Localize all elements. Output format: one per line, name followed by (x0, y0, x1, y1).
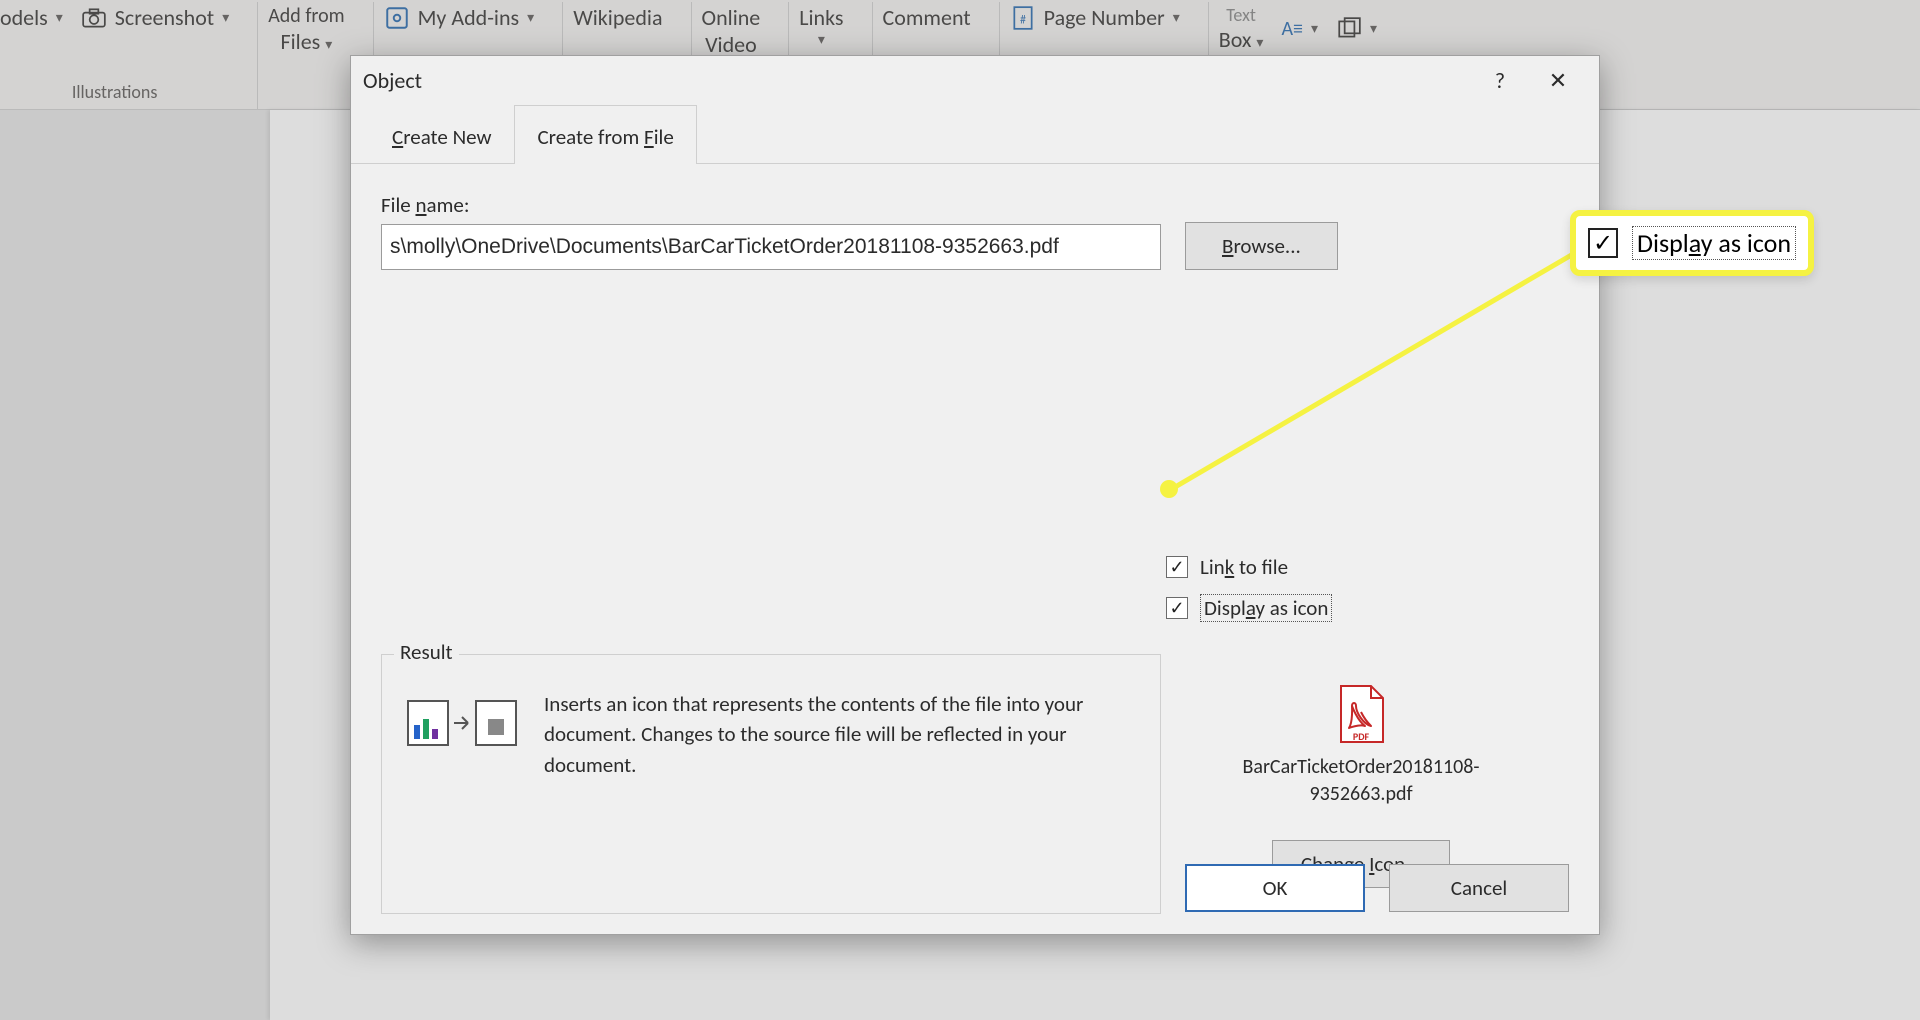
browse-button-label: Browse... (1222, 233, 1301, 259)
chevron-down-icon: ▾ (222, 9, 229, 26)
link-to-file-label: Link to file (1200, 554, 1288, 580)
page-number-icon: # (1010, 5, 1036, 31)
display-as-icon-checkbox[interactable]: ✓ Display as icon (1166, 594, 1332, 622)
object-dialog: Object ? ✕ Create New Create from File F… (350, 55, 1600, 935)
cancel-button-label: Cancel (1451, 875, 1507, 901)
comment-button[interactable]: Comment (883, 4, 971, 31)
object-icon (1336, 16, 1362, 42)
callout-display-as-icon: ✓ Display as icon (1570, 210, 1814, 276)
ok-button[interactable]: OK (1185, 864, 1365, 912)
checkbox-checked-icon: ✓ (1588, 228, 1618, 258)
3d-models-label: odels (0, 4, 48, 31)
online-label: Online (702, 4, 761, 31)
chevron-down-icon: ▾ (1370, 20, 1377, 37)
my-addins-label: My Add-ins (418, 4, 520, 31)
ok-button-label: OK (1263, 875, 1288, 901)
text-box-button[interactable]: Text Box ▾ (1219, 4, 1264, 53)
icon-preview: PDF BarCarTicketOrder20181108-9352663.pd… (1231, 684, 1491, 888)
tab-create-new[interactable]: Create New (369, 105, 514, 164)
checkbox-checked-icon: ✓ (1166, 556, 1188, 578)
checkbox-checked-icon: ✓ (1166, 597, 1188, 619)
pdf-icon: PDF (1335, 684, 1387, 746)
tab-create-from-file-label: Create from File (537, 124, 673, 150)
dialog-body: File name: Browse... ✓ Link to file ✓ Di… (351, 164, 1599, 934)
dialog-titlebar: Object ? ✕ (351, 56, 1599, 104)
svg-text:PDF: PDF (1353, 730, 1370, 743)
addin-icon (384, 5, 410, 31)
wikipedia-button[interactable]: Wikipedia (573, 4, 662, 31)
text-effects-button[interactable]: A≡ ▾ (1281, 17, 1318, 41)
page-number-label: Page Number (1044, 4, 1165, 31)
chevron-down-icon: ▾ (1256, 34, 1263, 51)
cancel-button[interactable]: Cancel (1389, 864, 1569, 912)
dialog-title: Object (363, 67, 422, 94)
comment-label: Comment (883, 4, 971, 31)
browse-button[interactable]: Browse... (1185, 222, 1338, 270)
close-button[interactable]: ✕ (1529, 60, 1587, 100)
online-video-button[interactable]: Online Video (702, 4, 761, 58)
ribbon-group-illustrations: Illustrations (72, 81, 158, 103)
chevron-down-icon: ▾ (527, 9, 534, 26)
result-group: Result Inserts an icon that represents t… (381, 654, 1161, 914)
preview-filename: BarCarTicketOrder20181108-9352663.pdf (1231, 754, 1491, 808)
video-label: Video (705, 31, 757, 58)
help-button[interactable]: ? (1471, 60, 1529, 100)
links-label: Links (799, 4, 843, 31)
object-button[interactable]: ▾ (1336, 16, 1377, 42)
tab-create-new-label: Create New (392, 124, 491, 150)
chevron-down-icon: ▾ (325, 36, 332, 53)
callout-pointer-dot (1160, 480, 1178, 498)
page-number-button[interactable]: # Page Number ▾ (1010, 4, 1180, 31)
3d-models-button[interactable]: odels ▾ (0, 4, 63, 31)
chevron-down-icon: ▾ (818, 31, 825, 48)
wikipedia-label: Wikipedia (573, 4, 662, 31)
result-description: Inserts an icon that represents the cont… (544, 689, 1138, 780)
files-label: Files (281, 28, 321, 55)
display-as-icon-label: Display as icon (1200, 594, 1332, 622)
add-from-label: Add from (268, 4, 344, 28)
link-to-file-checkbox[interactable]: ✓ Link to file (1166, 554, 1332, 580)
svg-text:#: # (1020, 13, 1026, 27)
camera-icon (81, 5, 107, 31)
tab-create-from-file[interactable]: Create from File (514, 105, 696, 164)
links-button[interactable]: Links ▾ (799, 4, 843, 48)
dialog-tabs: Create New Create from File (351, 104, 1599, 164)
add-from-files-button[interactable]: Add from Files ▾ (268, 4, 344, 55)
result-legend: Result (394, 639, 459, 665)
chevron-down-icon: ▾ (1311, 20, 1318, 37)
close-icon: ✕ (1549, 67, 1567, 94)
result-illustration-icon (404, 689, 524, 758)
screenshot-button[interactable]: Screenshot ▾ (81, 4, 229, 31)
text-effects-icon: A≡ (1281, 17, 1303, 41)
my-addins-button[interactable]: My Add-ins ▾ (384, 4, 535, 31)
chevron-down-icon: ▾ (56, 9, 63, 26)
help-icon: ? (1495, 67, 1505, 94)
chevron-down-icon: ▾ (1173, 9, 1180, 26)
file-name-label: File name: (381, 192, 1161, 218)
callout-label: Display as icon (1632, 226, 1796, 260)
file-name-input[interactable] (381, 224, 1161, 270)
screenshot-label: Screenshot (115, 4, 214, 31)
box-label: Box (1219, 26, 1252, 53)
